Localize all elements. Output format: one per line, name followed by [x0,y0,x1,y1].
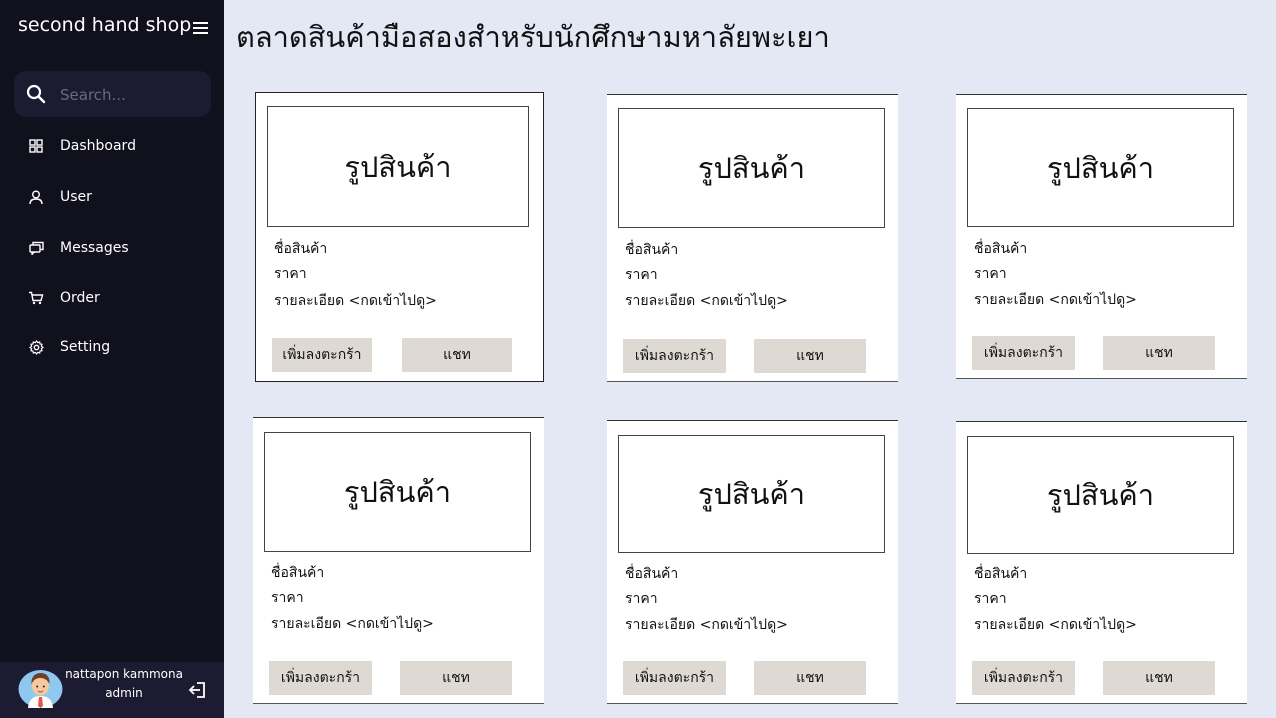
search-input[interactable] [58,80,207,110]
product-detail-link[interactable]: รายละเอียด <กดเข้าไปดู> [271,613,434,635]
product-image-label: รูปสินค้า [697,477,806,511]
sidebar-item-label: Order [60,290,100,306]
product-name: ชื่อสินค้า [974,566,1028,582]
product-image-label: รูปสินค้า [344,149,452,184]
avatar [18,668,63,708]
product-card[interactable]: รูปสินค้า ชื่อสินค้า ราคา รายละเอียด <กด… [607,420,898,704]
product-detail-link[interactable]: รายละเอียด <กดเข้าไปดู> [974,289,1137,311]
product-card[interactable]: รูปสินค้า ชื่อสินค้า ราคา รายละเอียด <กด… [253,417,544,704]
logout-icon[interactable] [188,680,208,700]
product-name: ชื่อสินค้า [625,566,679,582]
sidebar-item-user[interactable]: User [14,179,211,215]
product-card[interactable]: รูปสินค้า ชื่อสินค้า ราคา รายละเอียด <กด… [255,92,544,382]
sidebar-item-dashboard[interactable]: Dashboard [14,128,211,164]
hamburger-menu-icon[interactable] [192,16,210,38]
user-icon [28,189,44,205]
gear-icon [28,339,44,355]
sidebar-item-order[interactable]: Order [14,280,211,316]
product-card[interactable]: รูปสินค้า ชื่อสินค้า ราคา รายละเอียด <กด… [956,94,1247,379]
search-icon[interactable] [26,84,46,104]
product-card[interactable]: รูปสินค้า ชื่อสินค้า ราคา รายละเอียด <กด… [956,421,1247,704]
brand-name: second hand shop [18,14,192,36]
product-image-label: รูปสินค้า [1046,150,1155,185]
sidebar-item-label: User [60,189,92,205]
product-price: ราคา [974,591,1007,607]
add-to-cart-button[interactable]: เพิ่มลงตะกร้า [623,661,726,695]
product-price: ราคา [274,266,307,282]
search-box [14,71,211,117]
product-image-placeholder[interactable]: รูปสินค้า [267,106,529,227]
product-image-label: รูปสินค้า [343,475,452,509]
sidebar-item-setting[interactable]: Setting [14,329,211,365]
product-image-placeholder[interactable]: รูปสินค้า [618,108,885,228]
grid-icon [28,138,44,154]
messages-icon [28,240,44,256]
add-to-cart-button[interactable]: เพิ่มลงตะกร้า [972,336,1075,370]
product-price: ราคา [625,591,658,607]
product-name: ชื่อสินค้า [974,241,1028,257]
sidebar-item-messages[interactable]: Messages [14,230,211,266]
product-price: ราคา [625,267,658,283]
product-price: ราคา [974,266,1007,282]
add-to-cart-button[interactable]: เพิ่มลงตะกร้า [972,661,1075,695]
product-card[interactable]: รูปสินค้า ชื่อสินค้า ราคา รายละเอียด <กด… [607,94,898,382]
chat-button[interactable]: แชท [1103,336,1215,370]
chat-button[interactable]: แชท [402,338,512,372]
product-image-placeholder[interactable]: รูปสินค้า [967,436,1234,554]
product-image-placeholder[interactable]: รูปสินค้า [618,435,885,553]
product-detail-link[interactable]: รายละเอียด <กดเข้าไปดู> [974,614,1137,636]
sidebar-item-label: Dashboard [60,138,136,154]
product-name: ชื่อสินค้า [271,565,325,581]
cart-icon [28,290,44,306]
product-image-placeholder[interactable]: รูปสินค้า [264,432,531,552]
add-to-cart-button[interactable]: เพิ่มลงตะกร้า [623,339,726,373]
add-to-cart-button[interactable]: เพิ่มลงตะกร้า [272,338,372,372]
product-image-placeholder[interactable]: รูปสินค้า [967,108,1234,227]
profile-section: nattapon kammona admin [0,662,224,718]
chat-button[interactable]: แชท [400,661,512,695]
chat-button[interactable]: แชท [754,339,866,373]
sidebar-item-label: Setting [60,339,111,355]
product-image-label: รูปสินค้า [697,151,806,185]
sidebar-item-label: Messages [60,240,129,256]
chat-button[interactable]: แชท [754,661,866,695]
product-image-label: รูปสินค้า [1046,478,1155,512]
product-detail-link[interactable]: รายละเอียด <กดเข้าไปดู> [274,290,437,312]
product-price: ราคา [271,590,304,606]
product-name: ชื่อสินค้า [274,241,328,257]
chat-button[interactable]: แชท [1103,661,1215,695]
product-detail-link[interactable]: รายละเอียด <กดเข้าไปดู> [625,290,788,312]
page-title: ตลาดสินค้ามือสองสำหรับนักศึกษามหาลัยพะเย… [236,20,830,54]
profile-role: admin [105,686,143,700]
product-name: ชื่อสินค้า [625,242,679,258]
profile-name: nattapon kammona [65,667,183,681]
product-detail-link[interactable]: รายละเอียด <กดเข้าไปดู> [625,614,788,636]
add-to-cart-button[interactable]: เพิ่มลงตะกร้า [269,661,372,695]
sidebar: second hand shop Dashboard [0,0,224,718]
